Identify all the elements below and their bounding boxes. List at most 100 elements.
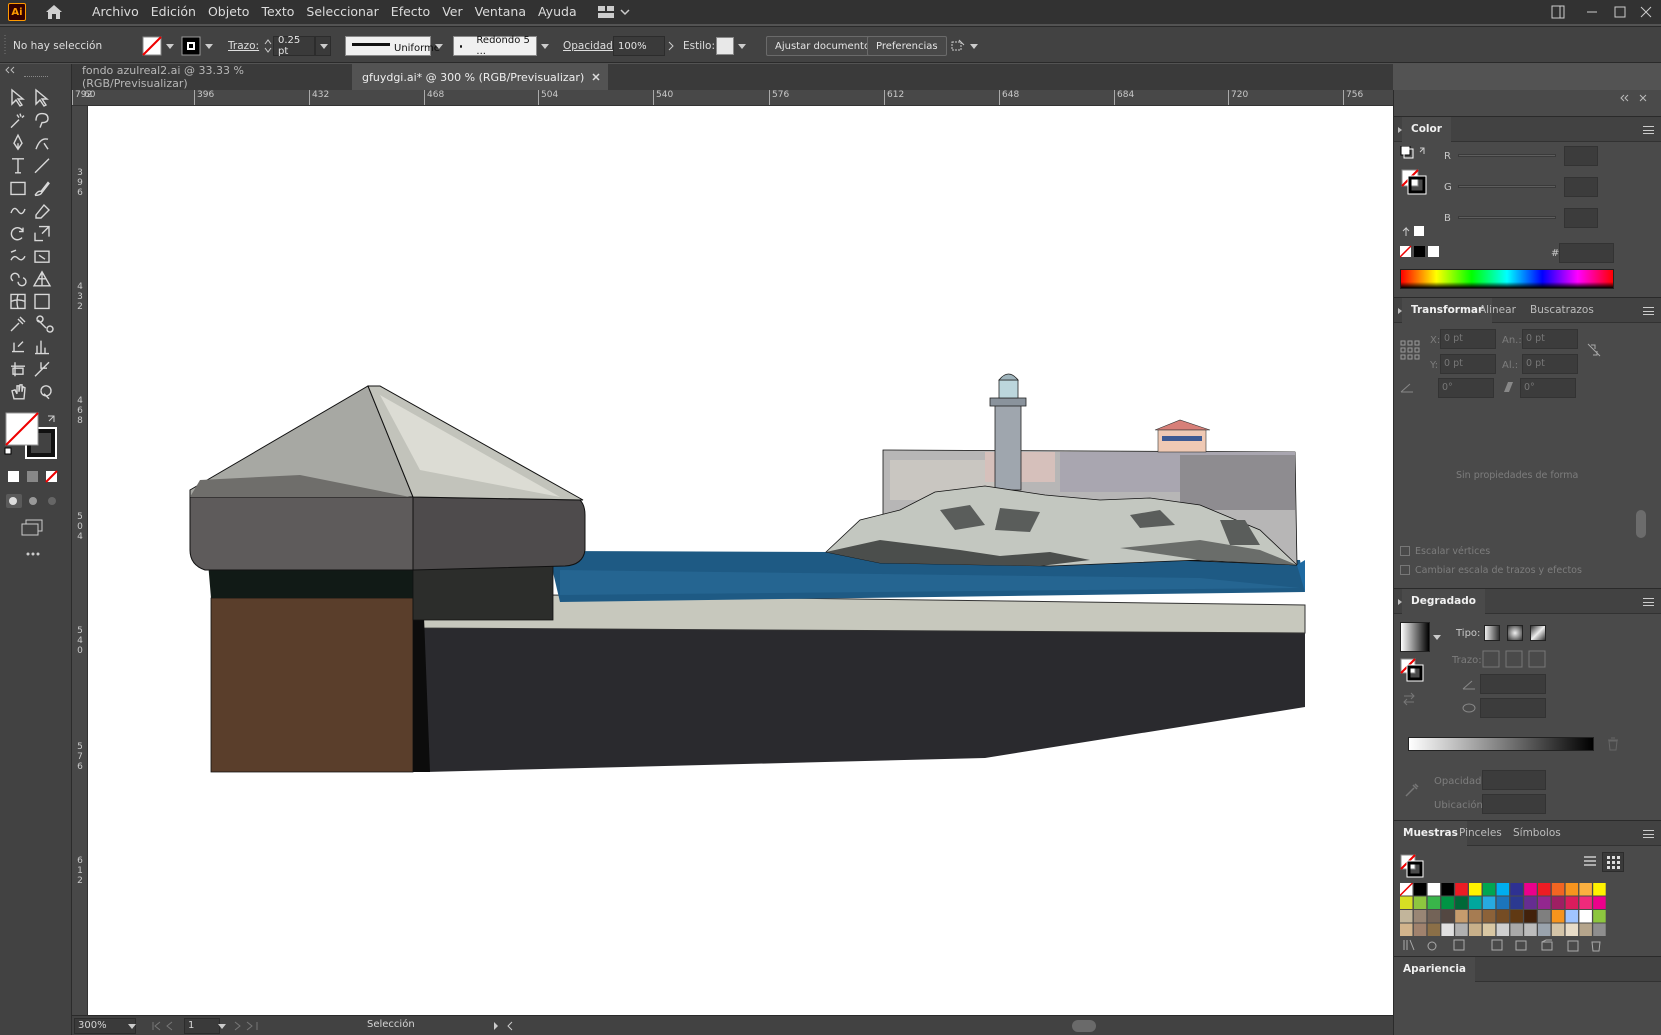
opacity-field[interactable]: 100%	[613, 36, 665, 56]
color-swatch[interactable]	[1510, 896, 1523, 910]
graphic-style-swatch[interactable]	[716, 36, 750, 56]
direct-selection-tool-icon[interactable]	[35, 88, 49, 107]
artboard[interactable]	[88, 106, 1393, 1015]
color-swatch[interactable]	[1551, 896, 1565, 910]
color-swatch[interactable]	[1551, 923, 1565, 937]
panel-menu-icon[interactable]	[1643, 307, 1654, 315]
color-swatch[interactable]	[1469, 923, 1482, 937]
width-field[interactable]: 0 pt	[1522, 329, 1578, 349]
lasso-tool-icon[interactable]	[35, 112, 49, 128]
zoom-tool-icon[interactable]	[40, 385, 52, 400]
radial-gradient-button[interactable]	[1507, 625, 1523, 641]
close-window-icon[interactable]	[1639, 5, 1653, 19]
color-swatch[interactable]	[1441, 883, 1454, 896]
color-swatch[interactable]	[1482, 883, 1496, 896]
artboard-tool-icon[interactable]	[11, 362, 25, 377]
opacity-label[interactable]: Opacidad:	[563, 36, 616, 56]
color-swatch[interactable]	[1579, 883, 1592, 896]
eyedropper-icon[interactable]	[1404, 782, 1420, 798]
zoom-field[interactable]: 300%	[74, 1018, 136, 1034]
hex-field[interactable]	[1559, 243, 1614, 263]
arrange-documents[interactable]	[950, 36, 982, 56]
line-tool-icon[interactable]	[34, 158, 50, 174]
color-swatch[interactable]	[1551, 883, 1565, 896]
drawing-modes-icon[interactable]	[6, 494, 56, 508]
horizontal-scrollbar-thumb[interactable]	[1072, 1020, 1096, 1032]
color-swatch[interactable]	[1593, 896, 1606, 910]
color-spectrum[interactable]	[1400, 269, 1614, 289]
stroke-swatch[interactable]	[181, 36, 217, 56]
gradient-preview[interactable]	[1400, 622, 1430, 652]
panel-toggle-icon[interactable]	[1551, 5, 1565, 19]
color-swatch[interactable]	[1496, 883, 1510, 896]
color-swatch[interactable]	[1524, 896, 1537, 910]
color-swatch[interactable]	[1524, 883, 1537, 896]
tab-apariencia[interactable]: Apariencia	[1394, 957, 1476, 983]
menu-ayuda[interactable]: Ayuda	[532, 0, 583, 24]
color-swatch[interactable]	[1496, 923, 1510, 937]
rotate-tool-icon[interactable]	[10, 227, 24, 241]
curvature-tool-icon[interactable]	[35, 138, 49, 150]
color-swatch[interactable]	[1565, 923, 1579, 937]
color-swatch[interactable]	[1400, 910, 1413, 923]
color-swatch[interactable]	[1538, 910, 1551, 923]
linear-gradient-button[interactable]	[1484, 625, 1500, 641]
slice-tool-icon[interactable]	[34, 361, 50, 377]
panel-scrollbar-thumb[interactable]	[1636, 510, 1646, 538]
color-swatch[interactable]	[1400, 923, 1413, 937]
mesh-tool-icon[interactable]	[10, 293, 26, 310]
color-swatch[interactable]	[1565, 883, 1579, 896]
hand-tool-icon[interactable]	[11, 384, 26, 400]
tab-fondo-azulreal2[interactable]: fondo azulreal2.ai @ 33.33 % (RGB/Previs…	[72, 64, 350, 90]
tab-pinceles[interactable]: Pinceles	[1450, 821, 1511, 847]
artwork[interactable]	[88, 106, 1393, 1015]
color-swatch[interactable]	[1441, 910, 1454, 923]
brush-definition[interactable]: Redondo 5 ...	[453, 35, 553, 57]
color-swatch[interactable]	[1482, 896, 1496, 910]
home-icon[interactable]	[44, 3, 64, 21]
color-swatch[interactable]	[1441, 923, 1454, 937]
color-swatch[interactable]	[1469, 896, 1482, 910]
color-g-field[interactable]	[1564, 177, 1598, 197]
artboard-dropdown-icon[interactable]	[218, 1024, 226, 1029]
rectangle-tool-icon[interactable]	[10, 181, 26, 196]
tab-gfuydgi[interactable]: gfuydgi.ai* @ 300 % (RGB/Previsualizar)	[352, 64, 608, 90]
constrain-link-icon[interactable]	[1586, 342, 1602, 358]
menu-efecto[interactable]: Efecto	[385, 0, 436, 24]
stroke-weight-field[interactable]: 0.25 pt	[273, 35, 315, 57]
trash-icon[interactable]	[1606, 737, 1620, 751]
chevron-right-icon[interactable]	[665, 36, 677, 56]
color-swatch[interactable]	[1565, 896, 1579, 910]
zoom-dropdown-icon[interactable]	[128, 1024, 136, 1029]
menu-objeto[interactable]: Objeto	[202, 0, 256, 24]
reference-point-icon[interactable]	[1400, 340, 1420, 360]
color-swatch[interactable]	[1441, 896, 1454, 910]
gradient-slider[interactable]	[1408, 737, 1594, 751]
perspective-grid-tool-icon[interactable]	[32, 270, 52, 287]
color-swatch[interactable]	[1510, 923, 1523, 937]
scale-strokes-checkbox[interactable]	[1400, 565, 1410, 575]
status-arrows-icon[interactable]	[492, 1021, 516, 1031]
color-swatch[interactable]	[1482, 910, 1496, 923]
symbol-sprayer-tool-icon[interactable]	[12, 341, 24, 353]
color-swatch[interactable]	[1538, 896, 1551, 910]
color-swatch[interactable]	[1455, 923, 1468, 937]
collapse-panels-icon[interactable]	[1614, 92, 1654, 106]
color-b-field[interactable]	[1564, 208, 1598, 228]
color-swatch[interactable]	[1413, 923, 1427, 937]
height-field[interactable]: 0 pt	[1522, 354, 1578, 374]
gradient-tool-icon[interactable]	[34, 293, 50, 310]
selection-tool-icon[interactable]	[11, 88, 25, 107]
vertical-ruler[interactable]: 396 432 468 504 540 576 612	[72, 106, 88, 1015]
shaper-tool-icon[interactable]	[10, 207, 26, 215]
shear-field[interactable]: 0°	[1520, 378, 1576, 398]
first-prev-artboard-icon[interactable]	[152, 1021, 182, 1031]
tab-alinear[interactable]: Alinear	[1470, 298, 1525, 324]
gradient-opacity-field[interactable]	[1482, 770, 1546, 790]
color-swatch[interactable]	[1413, 896, 1427, 910]
color-swatch[interactable]	[1482, 923, 1496, 937]
color-g-slider[interactable]	[1458, 185, 1556, 188]
color-mode-buttons[interactable]	[8, 470, 58, 483]
gradient-fill-stroke-icon[interactable]	[1400, 658, 1424, 682]
menu-ventana[interactable]: Ventana	[469, 0, 532, 24]
